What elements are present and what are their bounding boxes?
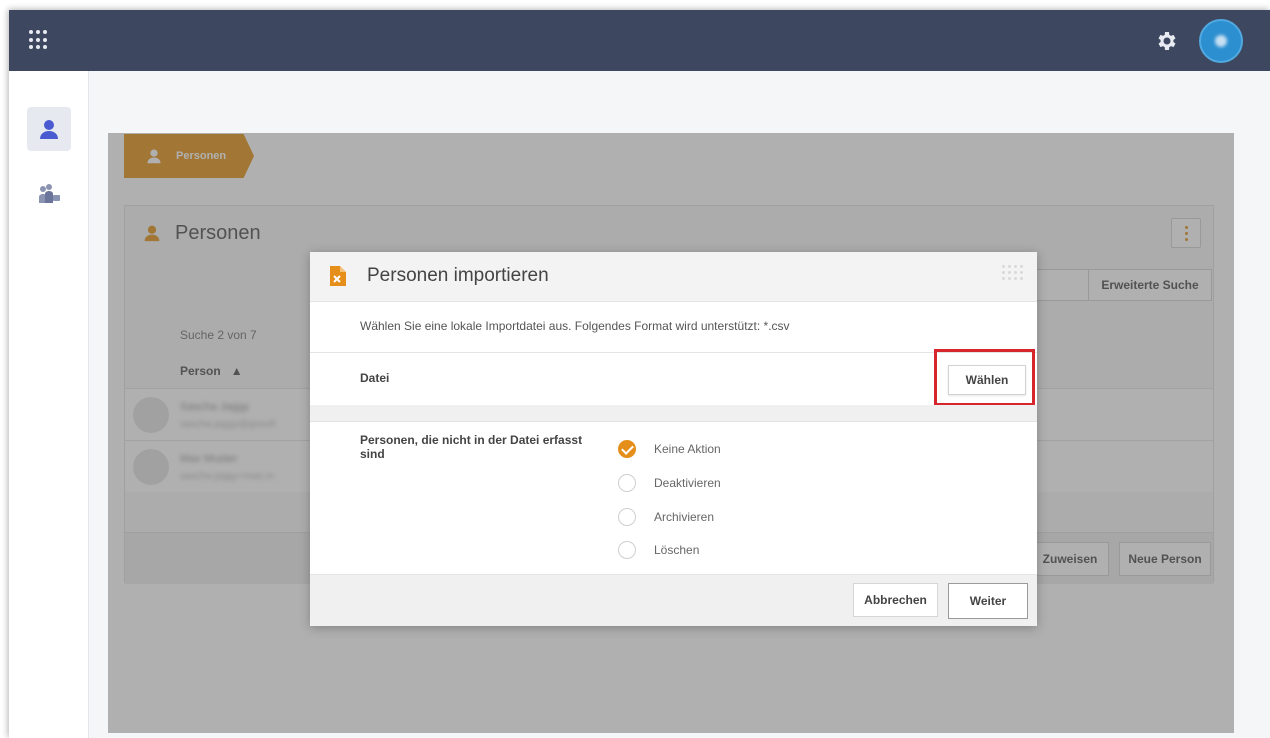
apps-grid-icon[interactable] (29, 30, 49, 50)
csv-file-icon (330, 266, 346, 286)
radio-label: Deaktivieren (654, 476, 721, 490)
file-row: Datei Wählen (310, 353, 1037, 405)
drag-handle-icon[interactable] (1002, 265, 1023, 280)
file-label: Datei (360, 371, 390, 385)
dialog-header: Personen importieren (310, 252, 1037, 302)
radio-unchecked-icon (618, 541, 636, 559)
person-icon (40, 120, 58, 139)
sidebar-item-persons[interactable] (27, 107, 71, 151)
sidebar-item-groups[interactable] (27, 172, 71, 216)
radio-archive[interactable]: Archivieren (618, 506, 818, 528)
sidebar (9, 71, 89, 738)
unlisted-persons-label: Personen, die nicht in der Datei erfasst… (360, 433, 583, 461)
radio-checked-icon (618, 440, 636, 458)
group-icon (39, 184, 60, 203)
next-button[interactable]: Weiter (948, 583, 1028, 619)
radio-label: Löschen (654, 543, 700, 557)
radio-no-action[interactable]: Keine Aktion (618, 438, 818, 460)
user-avatar[interactable] (1199, 19, 1243, 63)
radio-unchecked-icon (618, 474, 636, 492)
dialog-info-text: Wählen Sie eine lokale Importdatei aus. … (360, 319, 790, 333)
radio-label: Archivieren (654, 510, 715, 524)
dialog-title: Personen importieren (367, 265, 549, 286)
import-dialog: Personen importieren Wählen Sie eine lok… (310, 252, 1037, 626)
divider-strip (310, 405, 1037, 422)
gear-icon[interactable] (1155, 29, 1179, 53)
top-bar (9, 10, 1270, 71)
radio-deactivate[interactable]: Deaktivieren (618, 472, 818, 494)
radio-label: Keine Aktion (654, 442, 721, 456)
radio-unchecked-icon (618, 508, 636, 526)
highlight-annotation (934, 349, 1035, 406)
radio-delete[interactable]: Löschen (618, 539, 818, 561)
dialog-footer: Abbrechen Weiter (310, 574, 1037, 626)
cancel-button[interactable]: Abbrechen (853, 583, 938, 617)
